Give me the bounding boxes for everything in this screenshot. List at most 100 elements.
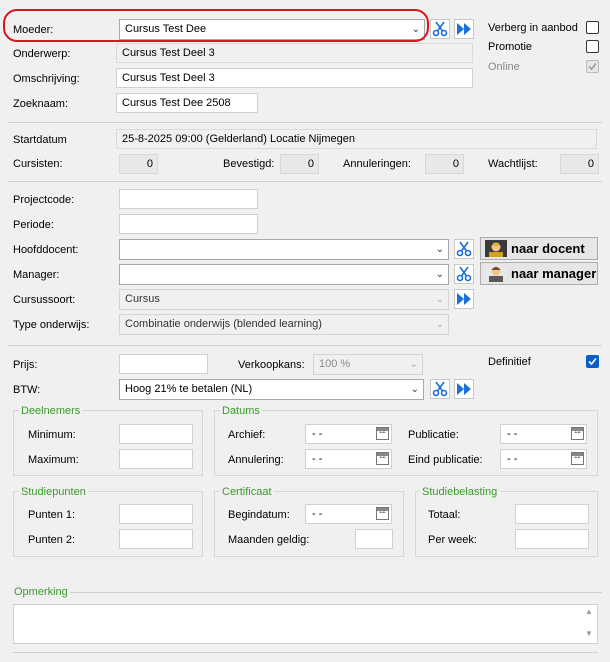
double-arrow-icon[interactable] xyxy=(454,379,474,399)
chevron-down-icon: ⌄ xyxy=(409,359,418,370)
archief-label: Archief: xyxy=(228,429,266,441)
annulering-date[interactable]: - -12 xyxy=(305,449,392,469)
eind-publicatie-date[interactable]: - -12 xyxy=(500,449,587,469)
totaal-input[interactable] xyxy=(515,504,589,524)
scissors-icon[interactable] xyxy=(430,379,450,399)
chevron-down-icon: ⌄ xyxy=(435,244,444,255)
per-week-label: Per week: xyxy=(428,534,477,546)
certificaat-title: Certificaat xyxy=(220,485,274,499)
annuleringen-label: Annuleringen: xyxy=(343,158,411,170)
omschrijving-input[interactable]: Cursus Test Deel 3 xyxy=(116,68,473,88)
publicatie-label: Publicatie: xyxy=(408,429,459,441)
calendar-icon[interactable]: 12 xyxy=(571,427,584,440)
separator xyxy=(66,592,602,593)
onderwerp-label: Onderwerp: xyxy=(13,48,71,60)
projectcode-label: Projectcode: xyxy=(13,194,75,206)
punten2-label: Punten 2: xyxy=(28,534,76,546)
btw-label: BTW: xyxy=(13,384,41,396)
opmerking-textarea[interactable] xyxy=(13,604,598,644)
verkoopkans-label: Verkoopkans: xyxy=(238,359,305,371)
separator xyxy=(8,345,602,346)
cursussoort-select: Cursus ⌄ xyxy=(119,289,449,310)
calendar-icon[interactable]: 12 xyxy=(376,427,389,440)
archief-date[interactable]: - -12 xyxy=(305,424,392,444)
cursisten-value: 0 xyxy=(119,154,158,174)
prijs-input[interactable] xyxy=(119,354,208,374)
manager-avatar-icon xyxy=(485,265,507,282)
maanden-geldig-label: Maanden geldig: xyxy=(228,534,310,546)
opmerking-scrollbar[interactable]: ▲ ▼ xyxy=(583,606,595,642)
annulering-label: Annulering: xyxy=(228,454,284,466)
scroll-down-icon[interactable]: ▼ xyxy=(583,628,595,640)
publicatie-date[interactable]: - -12 xyxy=(500,424,587,444)
promotie-label: Promotie xyxy=(488,41,533,53)
maanden-geldig-input[interactable] xyxy=(355,529,393,549)
calendar-icon[interactable]: 12 xyxy=(376,507,389,520)
periode-label: Periode: xyxy=(13,219,54,231)
double-arrow-icon[interactable] xyxy=(454,289,474,309)
chevron-down-icon: ⌄ xyxy=(435,319,444,330)
cursisten-label: Cursisten: xyxy=(13,158,63,170)
scissors-icon[interactable] xyxy=(454,264,474,284)
punten1-input[interactable] xyxy=(119,504,193,524)
chevron-down-icon: ⌄ xyxy=(435,294,444,305)
scissors-icon[interactable] xyxy=(454,239,474,259)
punten2-input[interactable] xyxy=(119,529,193,549)
naar-manager-button[interactable]: naar manager xyxy=(480,262,598,285)
calendar-icon[interactable]: 12 xyxy=(571,452,584,465)
separator xyxy=(8,122,602,123)
per-week-input[interactable] xyxy=(515,529,589,549)
definitief-checkbox[interactable] xyxy=(586,355,599,368)
hoofddocent-select[interactable]: ⌄ xyxy=(119,239,449,260)
eind-publicatie-label: Eind publicatie: xyxy=(408,454,483,466)
double-arrow-icon[interactable] xyxy=(454,19,474,39)
scissors-icon[interactable] xyxy=(430,19,450,39)
online-checkbox xyxy=(586,60,599,73)
deelnemers-title: Deelnemers xyxy=(19,404,83,418)
manager-select[interactable]: ⌄ xyxy=(119,264,449,285)
totaal-label: Totaal: xyxy=(428,509,461,521)
projectcode-input[interactable] xyxy=(119,189,258,209)
hoofddocent-label: Hoofddocent: xyxy=(13,244,79,256)
maximum-label: Maximum: xyxy=(28,454,79,466)
scroll-up-icon[interactable]: ▲ xyxy=(583,606,595,618)
bevestigd-value: 0 xyxy=(280,154,319,174)
maximum-input[interactable] xyxy=(119,449,193,469)
chevron-down-icon: ⌄ xyxy=(410,384,419,395)
punten1-label: Punten 1: xyxy=(28,509,76,521)
definitief-label: Definitief xyxy=(488,356,531,368)
type-onderwijs-label: Type onderwijs: xyxy=(13,319,90,331)
bevestigd-label: Bevestigd: xyxy=(223,158,275,170)
cursussoort-label: Cursussoort: xyxy=(13,294,76,306)
annuleringen-value: 0 xyxy=(425,154,464,174)
chevron-down-icon: ⌄ xyxy=(435,269,444,280)
type-onderwijs-select: Combinatie onderwijs (blended learning) ⌄ xyxy=(119,314,449,335)
startdatum-field: 25-8-2025 09:00 (Gelderland) Locatie Nij… xyxy=(116,129,597,149)
calendar-icon[interactable]: 12 xyxy=(376,452,389,465)
teacher-avatar-icon xyxy=(485,240,507,257)
studiepunten-title: Studiepunten xyxy=(19,485,88,499)
promotie-checkbox[interactable] xyxy=(586,40,599,53)
minimum-label: Minimum: xyxy=(28,429,76,441)
begindatum-date[interactable]: - -12 xyxy=(305,504,392,524)
begindatum-label: Begindatum: xyxy=(228,509,290,521)
opmerking-title: Opmerking xyxy=(12,585,70,599)
wachtlijst-value: 0 xyxy=(560,154,599,174)
studiebelasting-title: Studiebelasting xyxy=(420,485,500,499)
onderwerp-field: Cursus Test Deel 3 xyxy=(116,43,473,63)
zoeknaam-input[interactable]: Cursus Test Dee 2508 xyxy=(116,93,258,113)
omschrijving-label: Omschrijving: xyxy=(13,73,80,85)
manager-label: Manager: xyxy=(13,269,60,281)
btw-select[interactable]: Hoog 21% te betalen (NL) ⌄ xyxy=(119,379,424,400)
highlight-outline xyxy=(3,9,429,42)
wachtlijst-label: Wachtlijst: xyxy=(488,158,538,170)
naar-docent-button[interactable]: naar docent xyxy=(480,237,598,260)
verberg-label: Verberg in aanbod xyxy=(488,22,578,34)
startdatum-label: Startdatum xyxy=(13,134,67,146)
verkoopkans-select: 100 % ⌄ xyxy=(313,354,423,375)
verberg-checkbox[interactable] xyxy=(586,21,599,34)
prijs-label: Prijs: xyxy=(13,359,38,371)
datums-title: Datums xyxy=(220,404,262,418)
periode-input[interactable] xyxy=(119,214,258,234)
minimum-input[interactable] xyxy=(119,424,193,444)
